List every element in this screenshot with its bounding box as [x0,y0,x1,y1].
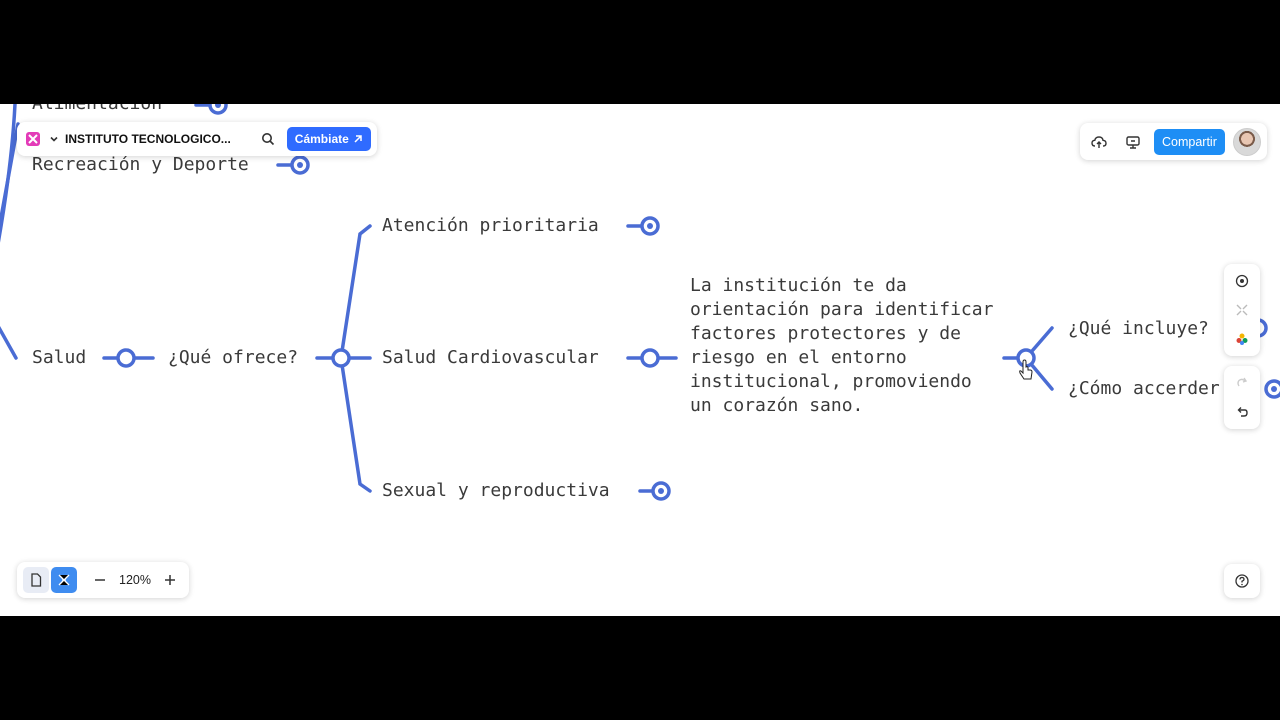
workspace-name[interactable]: INSTITUTO TECNOLOGICO... [65,132,231,146]
zoom-level[interactable]: 120% [115,573,155,587]
cloud-upload-icon[interactable] [1086,129,1112,155]
present-icon[interactable] [1120,129,1146,155]
junction-que-ofrece [331,348,351,368]
branch-left-salud [0,325,18,360]
mindmap-view-icon[interactable] [51,567,77,593]
branch-atencion [339,224,372,360]
history-toolbar [1224,366,1260,429]
help-icon[interactable] [1229,568,1255,594]
node-cardiovascular[interactable]: Salud Cardiovascular [382,346,599,370]
top-left-toolbar: INSTITUTO TECNOLOGICO... Cámbiate [17,122,377,156]
page-view-icon[interactable] [23,567,49,593]
node-que-incluye[interactable]: ¿Qué incluye? [1068,317,1209,341]
right-side-toolbar [1224,264,1260,356]
help-button[interactable] [1224,564,1260,598]
branch-left-middle [0,122,20,233]
junction-salud [116,348,136,368]
target-icon[interactable] [1229,268,1255,294]
upgrade-label: Cámbiate [294,132,349,146]
junction-cardiovascular [640,348,660,368]
top-right-toolbar: Compartir [1080,123,1267,160]
node-sexual[interactable]: Sexual y reproductiva [382,479,610,503]
plus-icon[interactable] [157,567,183,593]
arrow-up-right-icon [354,135,362,143]
node-alimentacion[interactable]: Alimentación [32,104,162,116]
node-como-acceder[interactable]: ¿Cómo accerder [1068,377,1220,401]
node-recreacion[interactable]: Recreación y Deporte [32,153,249,177]
canvas-viewport[interactable]: Alimentación Recreación y Deporte Salud … [0,104,1280,616]
node-atencion[interactable]: Atención prioritaria [382,214,599,238]
color-palette-icon[interactable] [1229,326,1255,352]
redo-icon[interactable] [1229,370,1255,396]
node-descripcion[interactable]: La institución te da orientación para id… [690,274,1000,418]
collapse-icon[interactable] [1229,297,1255,323]
node-que-ofrece[interactable]: ¿Qué ofrece? [168,346,298,370]
node-salud[interactable]: Salud [32,346,86,370]
share-button[interactable]: Compartir [1154,128,1225,155]
bottom-left-toolbar: 120% [17,562,189,598]
minus-icon[interactable] [87,567,113,593]
branch-sexual [339,356,372,493]
avatar[interactable] [1232,127,1261,156]
undo-icon[interactable] [1229,399,1255,425]
chevron-down-icon[interactable] [49,134,59,144]
app-logo-icon[interactable] [23,129,43,149]
upgrade-button[interactable]: Cámbiate [286,127,371,151]
search-icon[interactable] [255,126,281,152]
